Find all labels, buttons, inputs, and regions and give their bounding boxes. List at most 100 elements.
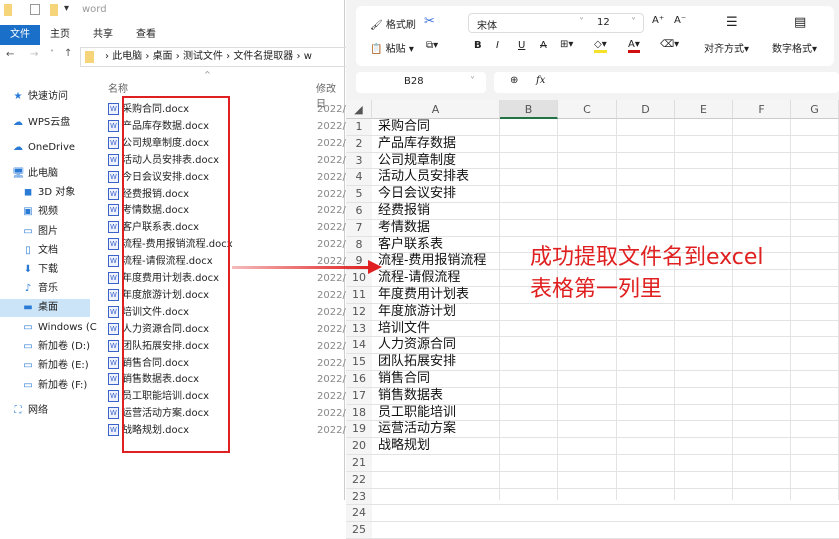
row-header[interactable]: 19: [346, 421, 372, 439]
column-header[interactable]: G: [791, 100, 839, 119]
sidebar-item[interactable]: ▯ 文档: [22, 242, 58, 260]
number-format-button[interactable]: 数字格式▾: [772, 40, 817, 55]
cell-a[interactable]: 公司规章制度: [378, 153, 456, 170]
sidebar-item[interactable]: ▭ 新加卷 (D:): [22, 338, 90, 356]
forward-icon[interactable]: →: [30, 49, 38, 60]
row-header[interactable]: 17: [346, 387, 372, 405]
sidebar-item[interactable]: ♪ 音乐: [22, 280, 58, 298]
row-header[interactable]: 23: [346, 488, 372, 506]
row-header[interactable]: 6: [346, 203, 372, 220]
strikethrough-icon[interactable]: A: [540, 40, 547, 51]
zoom-icon[interactable]: ⊕: [510, 75, 518, 86]
bold-icon[interactable]: B: [474, 40, 482, 51]
sidebar-item[interactable]: ⛶ 网络: [12, 402, 49, 420]
quick-access-dropdown-icon[interactable]: ▾: [64, 3, 69, 14]
sidebar-item[interactable]: ◼ 3D 对象: [22, 184, 75, 202]
sidebar-item[interactable]: ☁ OneDrive: [12, 139, 75, 157]
row-header[interactable]: 13: [346, 320, 372, 338]
font-size-select[interactable]: 12: [597, 17, 610, 28]
row-header[interactable]: 18: [346, 404, 372, 422]
cell-a[interactable]: 销售数据表: [378, 388, 443, 405]
row-header[interactable]: 3: [346, 152, 372, 170]
cell-a[interactable]: 年度费用计划表: [378, 287, 469, 304]
tab-view[interactable]: 查看: [136, 25, 156, 40]
column-header[interactable]: B: [500, 100, 558, 119]
row-header[interactable]: 11: [346, 287, 372, 304]
cell-a[interactable]: 年度旅游计划: [378, 304, 456, 321]
chevron-down-icon[interactable]: ˅: [470, 76, 475, 87]
cell-a[interactable]: 产品库存数据: [378, 136, 456, 153]
tab-file[interactable]: 文件: [0, 25, 40, 45]
select-all-corner[interactable]: ◢: [346, 100, 372, 119]
sidebar-item[interactable]: ▭ 图片: [22, 223, 58, 241]
copy-icon[interactable]: ⧉▾: [426, 40, 438, 51]
column-header[interactable]: E: [675, 100, 733, 119]
cell-a[interactable]: 客户联系表: [378, 237, 443, 254]
cell-a[interactable]: 流程-费用报销流程: [378, 253, 486, 270]
font-family-select[interactable]: 宋体: [477, 17, 497, 32]
cell-a[interactable]: 考情数据: [378, 220, 430, 237]
row-header[interactable]: 1: [346, 119, 372, 136]
cell-a[interactable]: 员工职能培训: [378, 405, 456, 422]
decrease-font-icon[interactable]: A⁻: [674, 15, 686, 26]
tab-share[interactable]: 共享: [93, 25, 113, 40]
underline-icon[interactable]: U: [518, 40, 525, 51]
format-painter-button[interactable]: 🖌 格式刷: [370, 16, 416, 31]
row-header[interactable]: 25: [346, 522, 372, 539]
sidebar-item[interactable]: ⬇ 下载: [22, 261, 58, 279]
tab-home[interactable]: 主页: [50, 25, 70, 40]
sidebar-item[interactable]: ▬ 桌面: [0, 299, 90, 317]
column-header[interactable]: F: [733, 100, 791, 119]
column-header[interactable]: D: [617, 100, 675, 119]
row-header[interactable]: 12: [346, 303, 372, 321]
formula-bar[interactable]: ⊕ fx: [494, 72, 839, 93]
cell-a[interactable]: 经费报销: [378, 203, 430, 220]
sidebar-item[interactable]: ▭ 新加卷 (E:): [22, 357, 88, 375]
cell-a[interactable]: 今日会议安排: [378, 186, 456, 203]
name-box[interactable]: B28 ˅: [356, 72, 486, 93]
column-header[interactable]: C: [558, 100, 617, 119]
cell-a[interactable]: 销售合同: [378, 371, 430, 388]
clear-format-icon[interactable]: ⌫▾: [660, 39, 679, 50]
increase-font-icon[interactable]: A⁺: [652, 15, 664, 26]
column-header-name[interactable]: 名称: [108, 80, 128, 95]
row-header[interactable]: 7: [346, 219, 372, 237]
cell-a[interactable]: 团队拓展安排: [378, 354, 456, 371]
row-header[interactable]: 15: [346, 354, 372, 371]
row-header[interactable]: 24: [346, 505, 372, 523]
row-header[interactable]: 16: [346, 371, 372, 388]
row-header[interactable]: 14: [346, 337, 372, 355]
up-icon[interactable]: ↑: [64, 48, 72, 59]
cell-a[interactable]: 运营活动方案: [378, 421, 456, 438]
breadcrumb-item[interactable]: 此电脑: [112, 51, 142, 62]
sidebar-item[interactable]: ☁ WPS云盘: [12, 114, 70, 132]
fill-color-icon[interactable]: ◇▾: [594, 39, 607, 53]
sidebar-item[interactable]: ▣ 视频: [22, 203, 58, 221]
row-header[interactable]: 4: [346, 169, 372, 187]
new-folder-icon[interactable]: [50, 4, 58, 16]
cell-a[interactable]: 人力资源合同: [378, 337, 456, 354]
breadcrumb-item[interactable]: 文件名提取器: [233, 51, 293, 62]
address-bar[interactable]: › 此电脑 › 桌面 › 测试文件 › 文件名提取器 › w: [80, 47, 350, 67]
row-header[interactable]: 22: [346, 471, 372, 489]
fx-icon[interactable]: fx: [536, 75, 545, 86]
italic-icon[interactable]: I: [496, 40, 499, 51]
align-button[interactable]: 对齐方式▾: [704, 40, 749, 55]
row-header[interactable]: 8: [346, 236, 372, 254]
sidebar-item[interactable]: ▭ 新加卷 (F:): [22, 377, 87, 395]
border-icon[interactable]: ⊞▾: [560, 39, 573, 50]
sidebar-item[interactable]: ▭ Windows (C: [22, 319, 96, 337]
cell-a[interactable]: 战略规划: [378, 438, 430, 455]
recent-dropdown-icon[interactable]: ˅: [50, 49, 54, 58]
properties-icon[interactable]: [30, 4, 40, 15]
cut-icon[interactable]: ✂: [424, 14, 435, 29]
cell-a[interactable]: 采购合同: [378, 119, 430, 136]
row-header[interactable]: 2: [346, 135, 372, 153]
paste-button[interactable]: 📋 粘贴 ▾: [370, 40, 414, 55]
cell-a[interactable]: 活动人员安排表: [378, 169, 469, 186]
cell-a[interactable]: 流程-请假流程: [378, 270, 460, 287]
breadcrumb-item[interactable]: 桌面: [153, 51, 173, 62]
row-header[interactable]: 20: [346, 438, 372, 455]
breadcrumb-item[interactable]: w: [304, 51, 312, 62]
chevron-down-icon[interactable]: ˅: [579, 17, 584, 28]
